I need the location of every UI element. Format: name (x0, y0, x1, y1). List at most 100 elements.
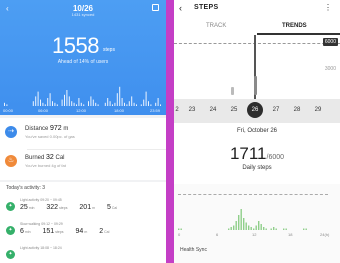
histogram-bar (35, 96, 37, 106)
histogram-bar (160, 104, 161, 106)
histogram-bar (228, 228, 230, 230)
activity-title: Light activity 09:20 ~ 09:45 (20, 198, 62, 202)
day-item[interactable]: 29 (311, 107, 325, 113)
activity-item[interactable]: ✦ Light activity 09:20 ~ 09:45 25min 322… (6, 196, 166, 220)
tab-trends[interactable]: TRENDS (282, 23, 307, 29)
histogram-bar (124, 102, 125, 106)
goal-tag: 6000 (322, 38, 338, 46)
histogram-bar (78, 98, 80, 106)
health-sync[interactable]: Health Sync (180, 247, 207, 253)
day-item[interactable]: 25 (227, 107, 241, 113)
histogram-bar (265, 228, 267, 230)
burned-sub: You've burned 4g of fat (25, 163, 66, 168)
histogram-bar (68, 96, 70, 106)
histogram-bar (270, 228, 272, 230)
distance-label: Distance (25, 126, 49, 132)
histogram-bar (235, 221, 237, 230)
histogram-bar (32, 101, 34, 106)
distance-unit: m (63, 126, 69, 132)
right-screen: ‹ STEPS ⋮ TRACK TRENDS 6000 3000 2 23 24… (174, 0, 340, 263)
histogram-bar (155, 102, 157, 106)
burned-unit: Cal (55, 155, 65, 161)
histogram-bar (4, 102, 5, 106)
burned-value: 32 (46, 154, 54, 161)
distance-icon: ⇢ (5, 126, 17, 138)
histogram-bar (90, 96, 92, 106)
walk-icon: ✦ (6, 226, 15, 235)
histogram-bar (240, 209, 242, 230)
axis-label: 6 (216, 232, 219, 237)
histogram-bar (40, 99, 41, 106)
histogram-bar (230, 227, 232, 230)
histogram-bar (248, 225, 250, 230)
activity-title: Light activity 18:08 ~ 18:24 (20, 246, 62, 250)
share-icon[interactable] (152, 4, 159, 11)
histogram-bar (44, 104, 46, 106)
stats-card: ⇢ Distance 972 m You've saved 0.00pc. of… (0, 118, 166, 180)
today-activity-card: Today's activity: 3 ✦ Light activity 09:… (0, 182, 166, 263)
histogram-bar (157, 98, 159, 106)
day-bar (254, 76, 257, 95)
steps-unit: steps (103, 47, 115, 53)
day-item[interactable]: 2 (174, 107, 184, 113)
burned-row[interactable]: ♨ Burned 32 Cal You've burned 4g of fat (5, 149, 163, 177)
histogram-bar (178, 228, 180, 230)
histogram-bar (150, 104, 152, 106)
distance-row[interactable]: ⇢ Distance 972 m You've saved 0.00pc. of… (5, 120, 166, 150)
day-item[interactable]: 27 (269, 107, 283, 113)
day-selector[interactable]: 2 23 24 25 26 27 28 29 (174, 99, 340, 123)
activity-item[interactable]: ✦ Light activity 18:08 ~ 18:24 (6, 244, 166, 263)
histogram-bar (6, 104, 8, 106)
distance-sub: You've saved 0.00pc. of gas (25, 134, 75, 139)
day-item[interactable]: 23 (185, 107, 199, 113)
histogram-bar (37, 91, 39, 106)
today-title: Today's activity: 3 (6, 185, 46, 191)
histogram-bar (126, 104, 128, 106)
flame-icon: ♨ (5, 155, 17, 167)
day-item[interactable]: 24 (206, 107, 220, 113)
histogram-bar (95, 102, 97, 106)
activity-item[interactable]: ✦ Slow walking 09:12 ~ 09:29 6min 151ste… (6, 220, 166, 244)
histogram-bar (121, 98, 123, 106)
histogram-bar (245, 222, 247, 230)
histogram-bar (143, 99, 145, 106)
histogram-bar (119, 86, 121, 106)
histogram-bar (133, 102, 135, 106)
steps-count: 1558 (52, 33, 99, 58)
histogram-bar (233, 225, 235, 230)
goal-line (178, 194, 328, 195)
histogram-bar (305, 228, 307, 230)
histogram-bar (42, 102, 44, 106)
left-screen: ‹ 10/26 1431 synced 1558 steps Ahead of … (0, 0, 166, 263)
histogram-bar (180, 228, 182, 230)
axis-label: 24(h) (320, 232, 330, 237)
goal-line (174, 43, 340, 44)
histogram-bar (114, 102, 116, 106)
histogram-bar (273, 227, 275, 230)
selected-date: Fri, October 26 (236, 128, 277, 134)
more-vert-icon[interactable]: ⋮ (324, 3, 332, 12)
histogram-bar (250, 227, 252, 230)
back-arrow-icon[interactable]: ‹ (179, 3, 182, 13)
histogram-bar (107, 98, 109, 106)
histogram-bar (283, 228, 285, 230)
walk-icon: ✦ (6, 250, 15, 259)
histogram-bar (275, 228, 277, 230)
tab-track[interactable]: TRACK (206, 23, 226, 29)
walk-icon: ✦ (6, 202, 15, 211)
axis-label: 18:00 (114, 108, 125, 113)
histogram-bar (76, 104, 77, 106)
histogram-bar (61, 99, 63, 106)
histogram-bar (49, 93, 51, 106)
day-selected[interactable]: 26 (247, 102, 263, 118)
steps-hero: ‹ 10/26 1431 synced 1558 steps Ahead of … (0, 0, 166, 115)
day-item[interactable]: 28 (290, 107, 304, 113)
trends-chart[interactable] (174, 35, 340, 97)
histogram-bar (145, 91, 147, 106)
burned-label: Burned (25, 155, 45, 161)
axis-label: 23:59 (150, 108, 161, 113)
axis-label: 00:00 (3, 108, 14, 113)
histogram-bar (92, 99, 94, 106)
day-bar (231, 87, 234, 95)
histogram-bar (253, 228, 255, 230)
